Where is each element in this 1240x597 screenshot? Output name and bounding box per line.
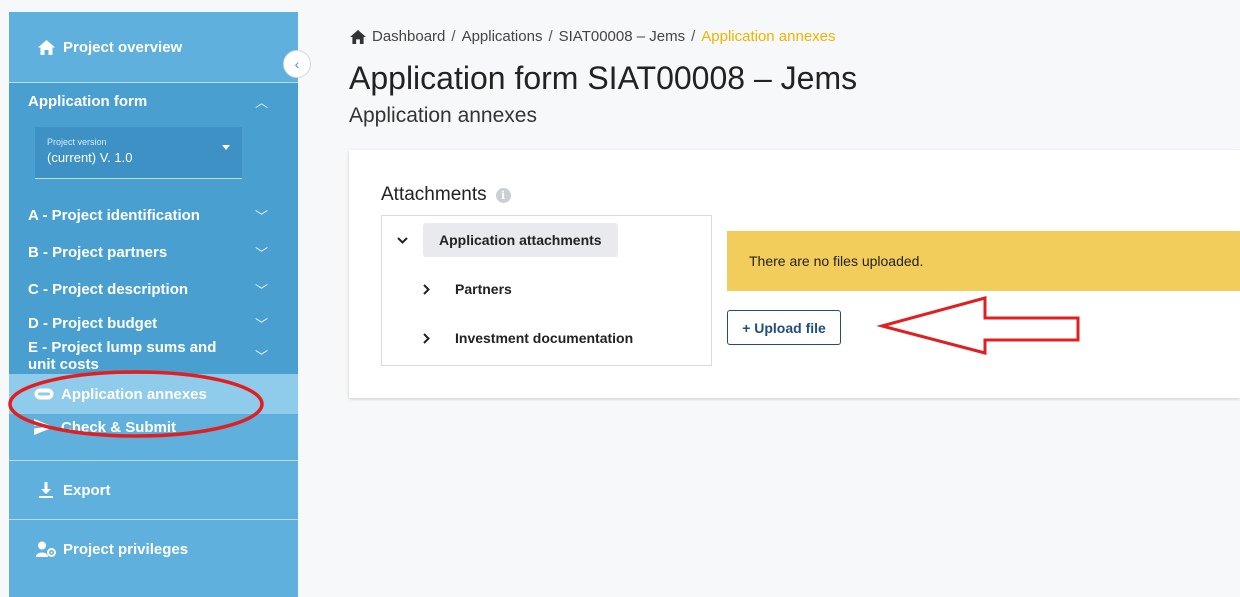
nav-application-form[interactable]: Application form ︿: [9, 83, 298, 119]
nav-application-form-label: Application form: [28, 92, 148, 110]
chevron-down-icon[interactable]: [395, 236, 409, 244]
nav-section-c-label: C - Project description: [28, 281, 189, 298]
attachments-title: Attachments: [381, 184, 487, 205]
breadcrumb-dashboard[interactable]: Dashboard: [372, 28, 445, 45]
nav-section-e[interactable]: E - Project lump sums and unit costs ﹀: [9, 338, 298, 374]
nav-project-overview-label: Project overview: [63, 38, 183, 56]
dropdown-caret-icon: [222, 145, 230, 150]
tree-node-label: Partners: [455, 281, 512, 297]
breadcrumb-separator: /: [451, 28, 456, 45]
upload-file-button[interactable]: + Upload file: [727, 310, 841, 345]
chevron-down-icon: ﹀: [254, 283, 268, 298]
sidebar: Project overview Application form ︿ Proj…: [9, 12, 298, 597]
breadcrumb-separator: /: [548, 28, 553, 45]
nav-application-annexes-label: Application annexes: [61, 385, 207, 403]
tree-node-label: Application attachments: [423, 223, 618, 257]
chevron-down-icon: ﹀: [254, 316, 268, 332]
nav-project-privileges[interactable]: Project privileges: [9, 520, 298, 578]
page-title: Application form SIAT00008 – Jems: [349, 60, 858, 96]
user-gear-icon: [35, 541, 57, 557]
nav-section-b[interactable]: B - Project partners ﹀: [9, 234, 298, 271]
chevron-right-icon[interactable]: [419, 283, 433, 295]
nav-check-submit-label: Check & Submit: [61, 419, 177, 436]
breadcrumb-current: Application annexes: [701, 28, 836, 45]
chevron-down-icon: ﹀: [254, 209, 268, 224]
breadcrumb-separator: /: [691, 28, 696, 45]
tree-node-partners[interactable]: Partners: [419, 272, 528, 306]
project-version-select[interactable]: Project version (current) V. 1.0: [35, 127, 242, 179]
attachments-heading: Attachments i: [381, 184, 511, 206]
nav-section-a-label: A - Project identification: [28, 207, 200, 224]
chevron-left-icon: ‹: [294, 56, 300, 72]
nav-section-e-label-line2: unit costs: [28, 356, 99, 373]
chevron-right-icon[interactable]: [419, 332, 433, 344]
home-icon[interactable]: [350, 29, 366, 44]
nav-export-label: Export: [63, 481, 111, 499]
send-icon: [33, 419, 55, 435]
breadcrumb-project[interactable]: SIAT00008 – Jems: [559, 28, 685, 45]
attachments-card: Attachments i Application attachments Pa…: [349, 150, 1240, 398]
chevron-down-icon: ﹀: [254, 246, 268, 261]
no-files-notice: There are no files uploaded.: [727, 231, 1240, 291]
nav-application-annexes[interactable]: Application annexes: [9, 374, 298, 414]
tree-node-application-attachments[interactable]: Application attachments: [395, 223, 618, 257]
tree-node-investment-documentation[interactable]: Investment documentation: [419, 321, 649, 355]
paperclip-icon: [33, 388, 55, 400]
project-version-value: (current) V. 1.0: [47, 150, 133, 165]
chevron-up-icon: ︿: [254, 94, 268, 110]
nav-section-d[interactable]: D - Project budget ﹀: [9, 308, 298, 338]
home-icon: [35, 39, 57, 55]
project-version-label: Project version: [47, 137, 107, 147]
chevron-down-icon: ﹀: [254, 349, 268, 364]
nav-section-e-label-line1: E - Project lump sums and: [28, 339, 217, 356]
application-form-group: Application form ︿ Project version (curr…: [9, 83, 298, 374]
sidebar-collapse-button[interactable]: ‹: [283, 50, 311, 78]
nav-export[interactable]: Export: [9, 461, 298, 519]
breadcrumb-applications[interactable]: Applications: [462, 28, 543, 45]
download-icon: [35, 482, 57, 498]
nav-section-c[interactable]: C - Project description ﹀: [9, 271, 298, 308]
nav-section-b-label: B - Project partners: [28, 244, 168, 261]
breadcrumb: Dashboard / Applications / SIAT00008 – J…: [350, 28, 836, 45]
nav-project-overview[interactable]: Project overview: [9, 12, 298, 82]
no-files-notice-text: There are no files uploaded.: [749, 253, 924, 269]
page-subtitle: Application annexes: [349, 104, 537, 127]
nav-section-a[interactable]: A - Project identification ﹀: [9, 197, 298, 234]
nav-check-submit[interactable]: Check & Submit: [9, 414, 298, 460]
tree-node-label: Investment documentation: [455, 330, 634, 346]
attachments-tree: Application attachments Partners Investm…: [381, 215, 712, 366]
nav-project-privileges-label: Project privileges: [63, 540, 189, 558]
nav-section-d-label: D - Project budget: [28, 314, 158, 332]
info-icon[interactable]: i: [495, 187, 511, 203]
